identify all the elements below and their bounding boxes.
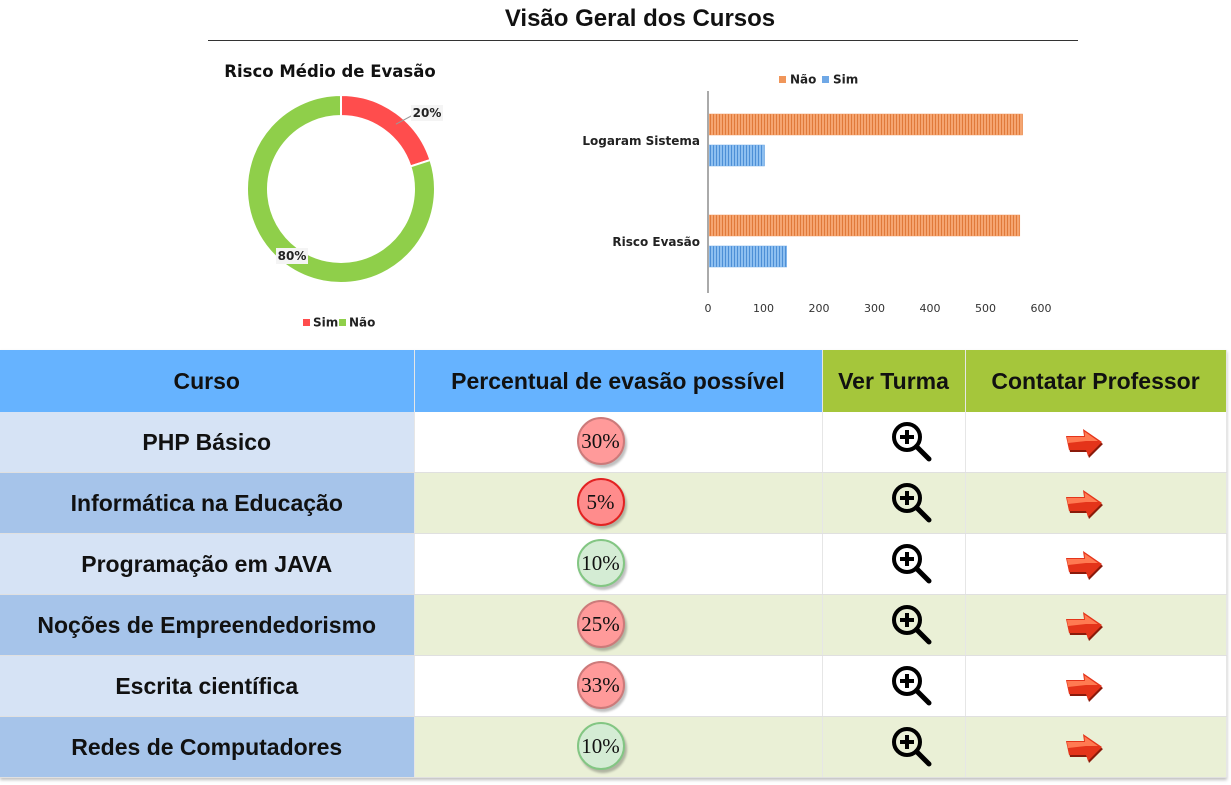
dropout-percent-cell: 10%	[414, 533, 823, 595]
x-tick-label: 500	[975, 302, 996, 315]
dropout-percent-badge: 10%	[576, 539, 625, 587]
zoom-in-icon[interactable]	[889, 481, 933, 525]
legend-label-não: Não	[349, 316, 375, 330]
red-arrow-icon[interactable]	[1064, 549, 1104, 581]
bar-logaram-sistema-nao	[708, 113, 1023, 136]
zoom-in-icon[interactable]	[889, 725, 933, 769]
dropout-percent-cell: 5%	[414, 472, 823, 534]
x-tick-label: 600	[1031, 302, 1052, 315]
legend-label-sim: Sim	[833, 73, 858, 87]
red-arrow-icon[interactable]	[1064, 732, 1104, 764]
column-header-course: Curso	[0, 350, 415, 412]
view-class-cell	[822, 655, 966, 717]
table-row: Programação em JAVA 10%	[0, 533, 1227, 595]
course-name: Noções de Empreendedorismo	[0, 594, 415, 656]
courses-table: Curso Percentual de evasão possível Ver …	[0, 350, 1227, 778]
login-risk-bar-chart: Não Sim 0 100 200 300 400 500 600 Logaram Siste…	[560, 60, 1080, 330]
table-header-row: Curso Percentual de evasão possível Ver …	[0, 350, 1227, 412]
legend-swatch-sim	[303, 319, 310, 326]
x-tick-label: 0	[705, 302, 712, 315]
legend-swatch-nao	[779, 76, 786, 83]
zoom-in-icon[interactable]	[889, 664, 933, 708]
bar-risco-evasão-nao	[708, 214, 1021, 237]
contact-teacher-cell	[965, 716, 1227, 778]
view-class-cell	[822, 594, 966, 656]
red-arrow-icon[interactable]	[1064, 610, 1104, 642]
view-class-cell	[822, 412, 966, 473]
donut-svg: Risco Médio de Evasão 20% 80% Sim Não	[224, 62, 443, 330]
table-row: Noções de Empreendedorismo 25%	[0, 594, 1227, 656]
table-row: Redes de Computadores 10%	[0, 716, 1227, 778]
table-row: PHP Básico 30%	[0, 412, 1227, 473]
legend-label-nao: Não	[790, 73, 816, 87]
column-header-view-class: Ver Turma	[822, 350, 966, 412]
legend-swatch-não	[339, 319, 346, 326]
dropout-percent-cell: 33%	[414, 655, 823, 717]
view-class-cell	[822, 533, 966, 595]
red-arrow-icon[interactable]	[1064, 671, 1104, 703]
zoom-in-icon[interactable]	[889, 603, 933, 647]
contact-teacher-cell	[965, 412, 1227, 473]
x-tick-label: 300	[864, 302, 885, 315]
dropout-percent-cell: 25%	[414, 594, 823, 656]
legend-swatch-sim	[822, 76, 829, 83]
contact-teacher-cell	[965, 594, 1227, 656]
dropout-percent-badge: 5%	[576, 478, 625, 526]
dropout-risk-donut-chart: Risco Médio de Evasão 20% 80% Sim Não	[220, 55, 510, 340]
dropout-percent-badge: 33%	[576, 661, 625, 709]
dropout-percent-cell: 30%	[414, 412, 823, 473]
red-arrow-icon[interactable]	[1064, 427, 1104, 459]
contact-teacher-cell	[965, 655, 1227, 717]
bar-svg: Não Sim 0 100 200 300 400 500 600 Logaram Siste…	[582, 73, 1052, 316]
contact-teacher-cell	[965, 472, 1227, 534]
dropout-percent-cell: 10%	[414, 716, 823, 778]
contact-teacher-cell	[965, 533, 1227, 595]
x-tick-label: 400	[920, 302, 941, 315]
x-tick-label: 100	[753, 302, 774, 315]
donut-title: Risco Médio de Evasão	[224, 62, 435, 81]
course-name: Informática na Educação	[0, 472, 415, 534]
view-class-cell	[822, 716, 966, 778]
view-class-cell	[822, 472, 966, 534]
column-header-percent: Percentual de evasão possível	[414, 350, 823, 412]
course-name: Programação em JAVA	[0, 533, 415, 595]
donut-data-label: 20%	[413, 106, 442, 120]
zoom-in-icon[interactable]	[889, 420, 933, 464]
donut-data-label: 80%	[278, 249, 307, 263]
category-label: Logaram Sistema	[582, 134, 700, 148]
zoom-in-icon[interactable]	[889, 542, 933, 586]
dropout-percent-badge: 30%	[576, 417, 625, 465]
legend-label-sim: Sim	[313, 316, 338, 330]
course-name: Redes de Computadores	[0, 716, 415, 778]
red-arrow-icon[interactable]	[1064, 488, 1104, 520]
course-name: Escrita científica	[0, 655, 415, 717]
category-label: Risco Evasão	[612, 235, 700, 249]
bar-risco-evasão-sim	[708, 245, 787, 268]
table-row: Informática na Educação 5%	[0, 472, 1227, 534]
dropout-percent-badge: 10%	[576, 722, 625, 770]
x-tick-label: 200	[809, 302, 830, 315]
table-row: Escrita científica 33%	[0, 655, 1227, 717]
column-header-contact: Contatar Professor	[965, 350, 1227, 412]
dropout-percent-badge: 25%	[576, 600, 625, 648]
bar-logaram-sistema-sim	[708, 144, 765, 167]
page-title: Visão Geral dos Cursos	[504, 5, 776, 32]
course-name: PHP Básico	[0, 412, 415, 473]
title-divider	[208, 40, 1078, 41]
